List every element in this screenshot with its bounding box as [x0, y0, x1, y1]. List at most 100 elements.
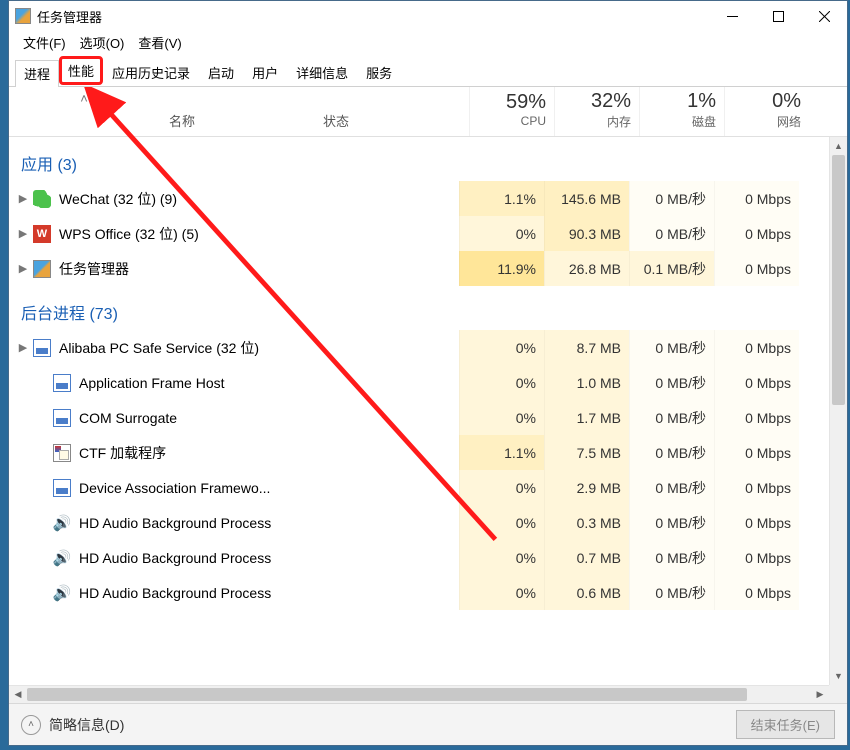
cell-cpu: 11.9% — [459, 251, 544, 286]
cell-mem: 145.6 MB — [544, 181, 629, 216]
row-afh[interactable]: Application Frame Host 0% 1.0 MB 0 MB/秒 … — [9, 365, 847, 400]
row-daf[interactable]: Device Association Framewo... 0% 2.9 MB … — [9, 470, 847, 505]
process-name: HD Audio Background Process — [79, 515, 271, 531]
col-network[interactable]: 0% 网络 — [724, 87, 809, 136]
process-name: HD Audio Background Process — [79, 550, 271, 566]
status-bar: ˄ 简略信息(D) 结束任务(E) — [9, 703, 847, 745]
expand-icon[interactable]: ▶ — [13, 192, 33, 205]
cell-cpu: 1.1% — [459, 435, 544, 470]
cell-net: 0 Mbps — [714, 330, 799, 365]
vertical-scrollbar[interactable]: ▲ ▼ — [829, 137, 847, 685]
cell-mem: 8.7 MB — [544, 330, 629, 365]
cell-disk: 0 MB/秒 — [629, 470, 714, 505]
cell-mem: 0.6 MB — [544, 575, 629, 610]
wechat-icon — [33, 190, 51, 208]
cell-disk: 0 MB/秒 — [629, 330, 714, 365]
process-name: 任务管理器 — [59, 259, 129, 279]
column-headers: ˄ 名称 状态 59% CPU 32% 内存 1% 磁盘 0% 网络 — [9, 87, 847, 137]
scroll-right-icon[interactable]: ▶ — [811, 686, 829, 703]
generic-app-icon — [53, 479, 71, 497]
fewer-details-button[interactable]: ˄ 简略信息(D) — [21, 715, 124, 735]
tab-performance[interactable]: 性能 — [59, 56, 103, 85]
scroll-up-icon[interactable]: ▲ — [830, 137, 847, 155]
horizontal-scrollbar[interactable]: ◀ ▶ — [9, 685, 829, 703]
scroll-left-icon[interactable]: ◀ — [9, 686, 27, 703]
cell-net: 0 Mbps — [714, 216, 799, 251]
process-name: WPS Office (32 位) (5) — [59, 224, 199, 244]
col-disk[interactable]: 1% 磁盘 — [639, 87, 724, 136]
menu-view[interactable]: 查看(V) — [134, 32, 185, 53]
cell-net: 0 Mbps — [714, 470, 799, 505]
title-bar[interactable]: 任务管理器 — [9, 1, 847, 31]
generic-app-icon — [53, 409, 71, 427]
content-area: ˄ 名称 状态 59% CPU 32% 内存 1% 磁盘 0% 网络 应用 — [9, 87, 847, 703]
sort-indicator[interactable]: ˄ — [9, 87, 159, 136]
cell-disk: 0 MB/秒 — [629, 216, 714, 251]
task-manager-window: 任务管理器 文件(F) 选项(O) 查看(V) 进程 性能 应用历史记录 启动 … — [8, 0, 848, 746]
tab-details[interactable]: 详细信息 — [287, 59, 357, 86]
expand-icon[interactable]: ▶ — [13, 341, 33, 354]
row-wps[interactable]: ▶ W WPS Office (32 位) (5) 0% 90.3 MB 0 M… — [9, 216, 847, 251]
expand-icon[interactable]: ▶ — [13, 262, 33, 275]
cell-mem: 0.7 MB — [544, 540, 629, 575]
process-name: Device Association Framewo... — [79, 480, 270, 496]
process-name: COM Surrogate — [79, 410, 177, 426]
row-alibaba[interactable]: ▶ Alibaba PC Safe Service (32 位) 0% 8.7 … — [9, 330, 847, 365]
cell-cpu: 0% — [459, 400, 544, 435]
minimize-button[interactable] — [709, 1, 755, 31]
col-memory[interactable]: 32% 内存 — [554, 87, 639, 136]
tab-users[interactable]: 用户 — [243, 59, 287, 86]
mem-label: 内存 — [607, 113, 631, 130]
cell-cpu: 0% — [459, 575, 544, 610]
generic-app-icon — [53, 374, 71, 392]
menu-options[interactable]: 选项(O) — [76, 32, 129, 53]
cell-net: 0 Mbps — [714, 365, 799, 400]
audio-icon: 🔊 — [53, 514, 71, 532]
cell-net: 0 Mbps — [714, 540, 799, 575]
row-hd2[interactable]: 🔊 HD Audio Background Process 0% 0.7 MB … — [9, 540, 847, 575]
row-hd3[interactable]: 🔊 HD Audio Background Process 0% 0.6 MB … — [9, 575, 847, 610]
audio-icon: 🔊 — [53, 584, 71, 602]
col-status[interactable]: 状态 — [319, 87, 469, 136]
col-name[interactable]: 名称 — [159, 87, 319, 136]
cell-disk: 0.1 MB/秒 — [629, 251, 714, 286]
tab-processes[interactable]: 进程 — [15, 60, 59, 87]
taskmgr-icon — [33, 260, 51, 278]
row-ctf[interactable]: CTF 加载程序 1.1% 7.5 MB 0 MB/秒 0 Mbps — [9, 435, 847, 470]
tab-services[interactable]: 服务 — [357, 59, 401, 86]
maximize-button[interactable] — [755, 1, 801, 31]
cell-cpu: 1.1% — [459, 181, 544, 216]
cell-cpu: 0% — [459, 216, 544, 251]
window-title: 任务管理器 — [37, 7, 102, 26]
scroll-thumb[interactable] — [27, 688, 747, 701]
menu-file[interactable]: 文件(F) — [19, 32, 70, 53]
cell-net: 0 Mbps — [714, 575, 799, 610]
col-cpu[interactable]: 59% CPU — [469, 87, 554, 136]
process-name: CTF 加载程序 — [79, 443, 166, 463]
row-com[interactable]: COM Surrogate 0% 1.7 MB 0 MB/秒 0 Mbps — [9, 400, 847, 435]
cell-net: 0 Mbps — [714, 435, 799, 470]
cell-mem: 2.9 MB — [544, 470, 629, 505]
fewer-details-label: 简略信息(D) — [49, 715, 124, 735]
app-icon — [15, 8, 31, 24]
end-task-button[interactable]: 结束任务(E) — [736, 710, 835, 739]
cell-disk: 0 MB/秒 — [629, 505, 714, 540]
cell-disk: 0 MB/秒 — [629, 181, 714, 216]
tab-app-history[interactable]: 应用历史记录 — [103, 59, 199, 86]
chevron-up-icon: ˄ — [21, 715, 41, 735]
row-taskmgr[interactable]: ▶ 任务管理器 11.9% 26.8 MB 0.1 MB/秒 0 Mbps — [9, 251, 847, 286]
process-name: HD Audio Background Process — [79, 585, 271, 601]
scroll-down-icon[interactable]: ▼ — [830, 667, 847, 685]
menu-bar: 文件(F) 选项(O) 查看(V) — [9, 31, 847, 53]
row-hd1[interactable]: 🔊 HD Audio Background Process 0% 0.3 MB … — [9, 505, 847, 540]
tab-strip: 进程 性能 应用历史记录 启动 用户 详细信息 服务 — [9, 53, 847, 87]
scroll-thumb[interactable] — [832, 155, 845, 405]
expand-icon[interactable]: ▶ — [13, 227, 33, 240]
group-apps: 应用 (3) — [9, 137, 847, 181]
close-button[interactable] — [801, 1, 847, 31]
cell-cpu: 0% — [459, 365, 544, 400]
tab-startup[interactable]: 启动 — [199, 59, 243, 86]
process-list: 应用 (3) ▶ WeChat (32 位) (9) 1.1% 145.6 MB… — [9, 137, 847, 685]
row-wechat[interactable]: ▶ WeChat (32 位) (9) 1.1% 145.6 MB 0 MB/秒… — [9, 181, 847, 216]
process-name: Application Frame Host — [79, 375, 225, 391]
